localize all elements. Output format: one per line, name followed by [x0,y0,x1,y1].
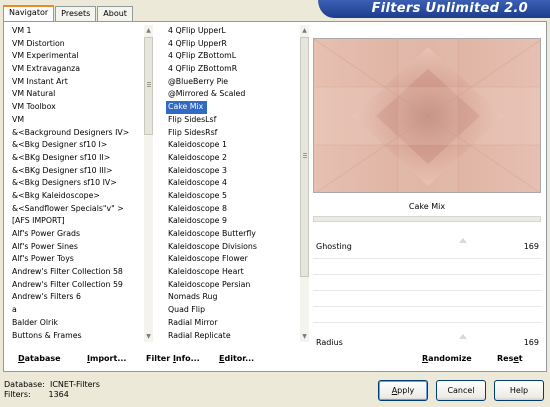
database-name: ICNET-Filters [49,380,100,389]
filter-list-item[interactable]: @BlueBerry Pie [166,76,299,89]
banner-title: Filters Unlimited 2.0 [371,1,528,16]
category-list-item[interactable]: VM Toolbox [10,101,143,114]
filter-list-item[interactable]: Kaleidoscope 3 [166,165,299,178]
editor-button[interactable]: Editor... [219,352,254,366]
category-list-item[interactable]: &<Bkg Kaleidoscope> [10,190,143,203]
filter-list-item[interactable]: Cake Mix [166,101,208,114]
category-list-item[interactable]: Balder Olrik [10,317,143,330]
category-list-item[interactable]: VM Experimental [10,50,143,63]
param-ghosting-label: Ghosting [316,242,352,251]
filter-list-item[interactable]: Kaleidoscope Divisions [166,241,299,254]
param-radius-slider-thumb[interactable] [459,334,467,339]
tab-strip: Navigator Presets About [3,5,134,21]
scroll-down-arrow-icon[interactable]: ▼ [145,332,152,341]
filter-list-item[interactable]: Kaleidoscope Butterfly [166,228,299,241]
category-list-item[interactable]: Andrew's Filters 6 [10,291,143,304]
randomize-button[interactable]: Randomize [422,352,472,366]
help-button[interactable]: Help [494,380,544,401]
filter-list-item[interactable]: Kaleidoscope 1 [166,139,299,152]
filter-list-item[interactable]: Quad Flip [166,304,299,317]
scroll-down-arrow-icon[interactable]: ▼ [301,332,308,341]
filter-list-item[interactable]: 4 QFlip ZBottomL [166,50,299,63]
param-ghosting-slider-thumb[interactable] [459,238,467,243]
import-button[interactable]: Import... [87,352,126,366]
filter-list-item[interactable]: 4 QFlip UpperR [166,38,299,51]
filters-info: Filters: 1364 [4,390,69,399]
database-info: Database: ICNET-Filters [4,380,100,389]
category-scroll-thumb[interactable] [144,37,153,135]
category-list-item[interactable]: VM [10,114,143,127]
apply-button[interactable]: Apply [378,380,428,401]
category-list-item[interactable]: &<Bkg Designer sf10 I> [10,139,143,152]
category-list-item[interactable]: Alf's Power Sines [10,241,143,254]
filter-list-item[interactable]: Kaleidoscope 4 [166,177,299,190]
filter-scroll-thumb[interactable] [300,37,309,277]
category-list-item[interactable]: &<BKg Designer sf10 III> [10,165,143,178]
category-list-item[interactable]: Andrew's Filter Collection 58 [10,266,143,279]
filter-list-item[interactable]: 4 QFlip ZBottomR [166,63,299,76]
category-list-item[interactable]: &<BKg Designer sf10 II> [10,152,143,165]
category-list-item[interactable]: a [10,304,143,317]
category-list-item[interactable]: VM 1 [10,25,143,38]
scroll-up-arrow-icon[interactable]: ▲ [145,26,152,35]
preview-image [313,38,541,193]
category-list-scrollbar[interactable]: ▲ ▼ [144,25,153,342]
category-list-item[interactable]: VM Extravaganza [10,63,143,76]
filter-list-item[interactable]: Kaleidoscope 9 [166,215,299,228]
category-list-item[interactable]: VM Natural [10,88,143,101]
database-button[interactable]: Database [18,352,61,366]
filters-count: 1364 [48,390,69,399]
filter-list-item[interactable]: Kaleidoscope Heart [166,266,299,279]
param-radius-value: 169 [523,338,539,347]
filter-name-label: Cake Mix [313,198,541,216]
scroll-up-arrow-icon[interactable]: ▲ [301,26,308,35]
filter-list-item[interactable]: 4 QFlip UpperL [166,25,299,38]
preview-zoom-bar[interactable] [313,216,541,222]
cancel-button[interactable]: Cancel [436,380,486,401]
filter-list-item[interactable]: Radial Replicate [166,330,299,343]
filter-list-item[interactable]: Kaleidoscope 2 [166,152,299,165]
category-list-item[interactable]: Andrew's Filter Collection 59 [10,279,143,292]
filter-list-item[interactable]: @Mirrored & Scaled [166,88,299,101]
category-list-item[interactable]: VM Distortion [10,38,143,51]
param-ghosting-value: 169 [523,242,539,251]
category-list-item[interactable]: &<Sandflower Specials"v" > [10,203,143,216]
param-radius[interactable]: Radius 169 [313,334,541,350]
tab-navigator[interactable]: Navigator [3,5,55,21]
category-list-item[interactable]: VM Instant Art [10,76,143,89]
category-list[interactable]: VM 1 VM Distortion VM Experimental VM Extra… [10,25,143,343]
filter-list-item[interactable]: Radial Mirror [166,317,299,330]
filter-list[interactable]: 4 QFlip UpperL 4 QFlip UpperR 4 QFlip ZBot… [166,25,299,343]
filter-list-scrollbar[interactable]: ▲ ▼ [300,25,309,342]
filter-list-item[interactable]: Flip SidesLsf [166,114,299,127]
cake-mix-preview-graphic [314,39,540,192]
category-list-item[interactable]: &<Bkg Designers sf10 IV> [10,177,143,190]
parameter-area: Ghosting 169 Radius 169 [313,236,541,350]
tab-presets[interactable]: Presets [55,6,97,21]
tab-about[interactable]: About [97,6,133,21]
title-banner: Filters Unlimited 2.0 [318,0,550,18]
filter-list-item[interactable]: Nomads Rug [166,291,299,304]
filter-info-button[interactable]: Filter Info... [146,352,200,366]
reset-button[interactable]: Reset [497,352,523,366]
filter-list-item[interactable]: Kaleidoscope Persian [166,279,299,292]
category-list-item[interactable]: Buttons & Frames [10,330,143,343]
filter-list-item[interactable]: Kaleidoscope Flower [166,253,299,266]
category-list-item[interactable]: &<Background Designers IV> [10,127,143,140]
param-ghosting[interactable]: Ghosting 169 [313,238,541,256]
param-radius-label: Radius [316,338,343,347]
filter-list-item[interactable]: Kaleidoscope 8 [166,203,299,216]
category-list-item[interactable]: Alf's Power Grads [10,228,143,241]
category-list-item[interactable]: [AFS IMPORT] [10,215,143,228]
filter-list-item[interactable]: Flip SidesRsf [166,127,299,140]
category-list-item[interactable]: Alf's Power Toys [10,253,143,266]
filter-list-item[interactable]: Kaleidoscope 5 [166,190,299,203]
